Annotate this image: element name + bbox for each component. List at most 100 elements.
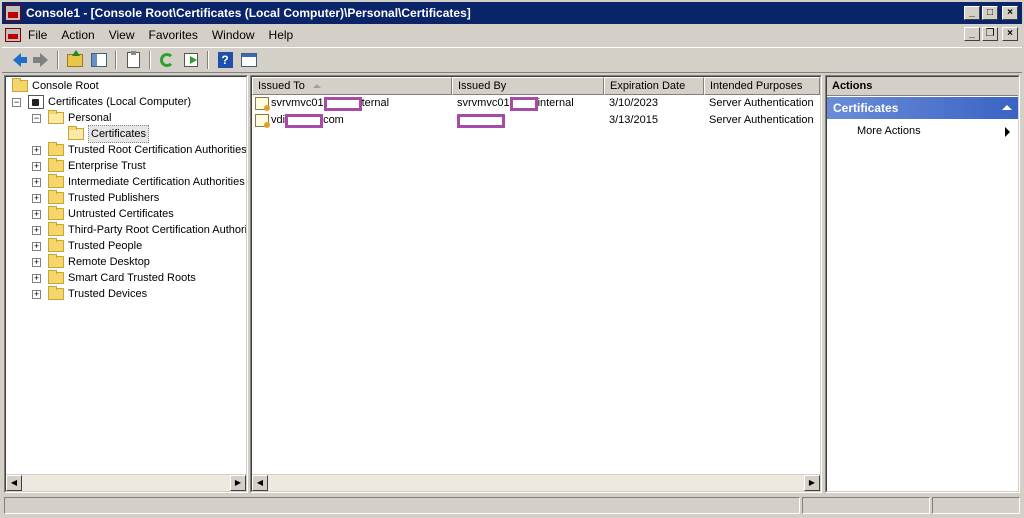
status-bar xyxy=(2,495,1022,516)
issued-to-text-suffix: ternal xyxy=(361,97,390,109)
expand-icon[interactable]: + xyxy=(32,209,41,219)
expand-icon[interactable]: + xyxy=(32,241,41,251)
toolbar-separator xyxy=(57,51,59,69)
column-label: Intended Purposes xyxy=(710,80,803,92)
issued-by-text: svrvmvc01 xyxy=(457,97,510,109)
more-actions-item[interactable]: More Actions xyxy=(857,125,921,137)
back-button[interactable] xyxy=(6,50,28,70)
certificate-icon xyxy=(255,114,270,128)
maximize-button[interactable]: □ xyxy=(982,6,998,20)
tree-label: Trusted People xyxy=(68,240,143,252)
expand-icon[interactable]: + xyxy=(32,273,41,283)
tree-label: Console Root xyxy=(32,80,99,92)
column-intended-purposes[interactable]: Intended Purposes xyxy=(704,77,820,95)
collapse-icon[interactable]: − xyxy=(12,97,21,107)
menu-view[interactable]: View xyxy=(102,28,142,42)
document-system-icon[interactable] xyxy=(5,28,21,42)
open-folder-icon xyxy=(68,126,84,140)
refresh-icon xyxy=(160,53,174,67)
show-hide-action-pane-button[interactable] xyxy=(238,50,260,70)
document-minimize-button[interactable]: _ xyxy=(964,27,980,41)
tree-node[interactable]: + Trusted Devices xyxy=(32,286,147,302)
tree-node[interactable]: + Trusted Root Certification Authorities xyxy=(32,142,246,158)
expand-icon[interactable]: + xyxy=(32,225,41,235)
section-title: Certificates xyxy=(833,101,899,115)
tree-horizontal-scrollbar[interactable]: ◀ ▶ xyxy=(6,474,246,491)
tree-node-certificates-store[interactable]: − Certificates (Local Computer) xyxy=(12,94,191,110)
tree-label: Trusted Devices xyxy=(68,288,148,300)
mmc-app-icon[interactable] xyxy=(5,5,21,21)
help-icon: ? xyxy=(217,52,233,68)
document-close-button[interactable]: × xyxy=(1002,27,1018,41)
table-row[interactable]: svrvmvc01 ternal svrvmvc01 internal 3/10… xyxy=(252,95,820,112)
cell-issued-to: svrvmvc01 ternal xyxy=(252,95,452,112)
tree-node[interactable]: + Trusted Publishers xyxy=(32,190,159,206)
scroll-left-icon[interactable]: ◀ xyxy=(252,475,268,491)
tree-node[interactable]: + Smart Card Trusted Roots xyxy=(32,270,196,286)
column-label: Expiration Date xyxy=(610,80,686,92)
scroll-right-icon[interactable]: ▶ xyxy=(804,475,820,491)
show-hide-tree-button[interactable] xyxy=(88,50,110,70)
table-row[interactable]: vdi com 3/13/2015 Server Authentication xyxy=(252,112,820,129)
issued-to-text: vdi xyxy=(271,114,286,126)
document-restore-button[interactable]: ❐ xyxy=(982,27,998,41)
cell-intended-purposes: Server Authentication xyxy=(709,114,814,126)
expand-icon[interactable]: + xyxy=(32,145,41,155)
properties-button[interactable] xyxy=(122,50,144,70)
toolbar-separator xyxy=(115,51,117,69)
tree-label: Smart Card Trusted Roots xyxy=(68,272,196,284)
cell-intended-purposes: Server Authentication xyxy=(709,97,814,109)
tree-node-console-root[interactable]: Console Root xyxy=(12,78,99,94)
minimize-button[interactable]: _ xyxy=(964,6,980,20)
menu-file[interactable]: File xyxy=(21,28,54,42)
expand-icon[interactable]: + xyxy=(32,161,41,171)
redaction-box xyxy=(509,96,538,111)
issued-to-text-suffix: com xyxy=(323,114,344,126)
tree-node[interactable]: + Intermediate Certification Authorities xyxy=(32,174,245,190)
console-tree-pane: Console Root − Certificates (Local Compu… xyxy=(4,75,248,493)
toolbar-separator xyxy=(207,51,209,69)
column-expiration-date[interactable]: Expiration Date xyxy=(604,77,704,95)
expand-icon[interactable]: + xyxy=(32,177,41,187)
certificate-icon xyxy=(255,97,270,111)
menu-favorites[interactable]: Favorites xyxy=(142,28,205,42)
menu-action[interactable]: Action xyxy=(54,28,101,42)
forward-button[interactable] xyxy=(30,50,52,70)
column-issued-to[interactable]: Issued To xyxy=(252,77,452,95)
expand-icon[interactable]: + xyxy=(32,257,41,267)
tree-node[interactable]: + Untrusted Certificates xyxy=(32,206,174,222)
folder-icon xyxy=(48,238,64,252)
help-button[interactable]: ? xyxy=(214,50,236,70)
tree-node[interactable]: + Third-Party Root Certification Authori… xyxy=(32,222,247,238)
list-horizontal-scrollbar[interactable]: ◀ ▶ xyxy=(252,474,820,491)
certificate-store-icon xyxy=(28,95,44,109)
tree-node-personal[interactable]: − Personal xyxy=(32,110,111,126)
tree-label: Intermediate Certification Authorities xyxy=(68,176,245,188)
up-one-level-button[interactable] xyxy=(64,49,86,70)
expand-icon[interactable]: + xyxy=(32,193,41,203)
menu-help[interactable]: Help xyxy=(262,28,301,42)
actions-section-certificates[interactable]: Certificates xyxy=(827,97,1018,119)
menu-window[interactable]: Window xyxy=(205,28,262,42)
window-controls: _ □ × xyxy=(964,6,1018,20)
collapse-icon[interactable]: − xyxy=(32,113,41,123)
scroll-left-icon[interactable]: ◀ xyxy=(6,475,22,491)
tree-node[interactable]: + Enterprise Trust xyxy=(32,158,146,174)
refresh-button[interactable] xyxy=(156,50,178,70)
expand-icon[interactable]: + xyxy=(32,289,41,299)
folder-icon xyxy=(48,206,64,220)
scroll-right-icon[interactable]: ▶ xyxy=(230,475,246,491)
actions-pane: Actions Certificates More Actions xyxy=(825,75,1020,493)
certificate-list-pane: Issued To Issued By Expiration Date Inte… xyxy=(250,75,822,493)
tree-label: Third-Party Root Certification Authoriti… xyxy=(68,224,247,236)
tree-node[interactable]: + Remote Desktop xyxy=(32,254,150,270)
tree-node-certificates[interactable]: Certificates xyxy=(68,125,150,143)
cell-expiration-date: 3/13/2015 xyxy=(609,114,658,126)
column-issued-by[interactable]: Issued By xyxy=(452,77,604,95)
tree-node[interactable]: + Trusted People xyxy=(32,238,142,254)
close-button[interactable]: × xyxy=(1002,6,1018,20)
export-list-button[interactable] xyxy=(180,50,202,70)
collapse-up-icon[interactable] xyxy=(1002,105,1012,110)
redaction-box xyxy=(285,113,324,128)
show-hide-tree-icon xyxy=(91,53,107,67)
